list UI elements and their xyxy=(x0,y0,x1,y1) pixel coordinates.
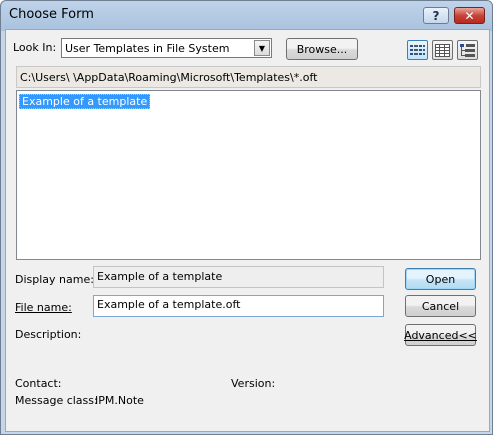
help-icon: ? xyxy=(432,8,440,23)
title-bar[interactable]: Choose Form ? ✕ xyxy=(1,1,492,29)
forms-list[interactable]: Example of a template xyxy=(16,90,481,260)
message-class-label: Message class: xyxy=(15,394,98,407)
open-button-label: Open xyxy=(425,272,456,286)
tree-view-button[interactable] xyxy=(457,40,478,60)
contact-label: Contact: xyxy=(15,377,62,390)
display-name-value: Example of a template xyxy=(97,270,223,283)
look-in-label: Look In: xyxy=(13,41,57,54)
tree-view-icon xyxy=(460,43,475,57)
details-view-icon xyxy=(435,43,450,57)
choose-form-dialog: Choose Form ? ✕ Look In: User Templates … xyxy=(0,0,493,435)
dialog-body: Look In: User Templates in File System ▼… xyxy=(5,29,490,432)
file-name-label: File name: xyxy=(15,301,72,314)
file-name-input[interactable] xyxy=(97,298,377,311)
list-view-button[interactable] xyxy=(407,40,428,60)
display-name-field: Example of a template xyxy=(93,266,384,288)
dialog-title: Choose Form xyxy=(9,7,94,22)
advanced-button-label: Advanced<< xyxy=(404,328,477,342)
browse-button-label: Browse... xyxy=(296,42,348,56)
file-name-field[interactable] xyxy=(93,295,384,317)
cancel-button-label: Cancel xyxy=(421,299,460,313)
details-view-button[interactable] xyxy=(432,40,453,60)
browse-button[interactable]: Browse... xyxy=(286,38,358,60)
description-label: Description: xyxy=(15,328,82,341)
close-button[interactable]: ✕ xyxy=(454,7,485,24)
advanced-button[interactable]: Advanced<< xyxy=(404,324,477,346)
list-item[interactable]: Example of a template xyxy=(19,94,151,109)
display-name-label: Display name: xyxy=(15,273,94,286)
chevron-down-icon[interactable]: ▼ xyxy=(254,40,270,56)
cancel-button[interactable]: Cancel xyxy=(405,295,476,317)
open-button[interactable]: Open xyxy=(405,268,476,290)
list-view-icon xyxy=(410,44,425,55)
close-icon: ✕ xyxy=(464,8,475,23)
message-class-value: IPM.Note xyxy=(95,394,144,407)
version-label: Version: xyxy=(231,377,276,390)
look-in-dropdown[interactable]: User Templates in File System ▼ xyxy=(61,38,272,58)
templates-path-text: C:\Users\ \AppData\Roaming\Microsoft\Tem… xyxy=(20,71,318,84)
templates-path: C:\Users\ \AppData\Roaming\Microsoft\Tem… xyxy=(16,66,481,88)
look-in-value: User Templates in File System xyxy=(65,42,230,55)
help-button[interactable]: ? xyxy=(423,7,449,24)
